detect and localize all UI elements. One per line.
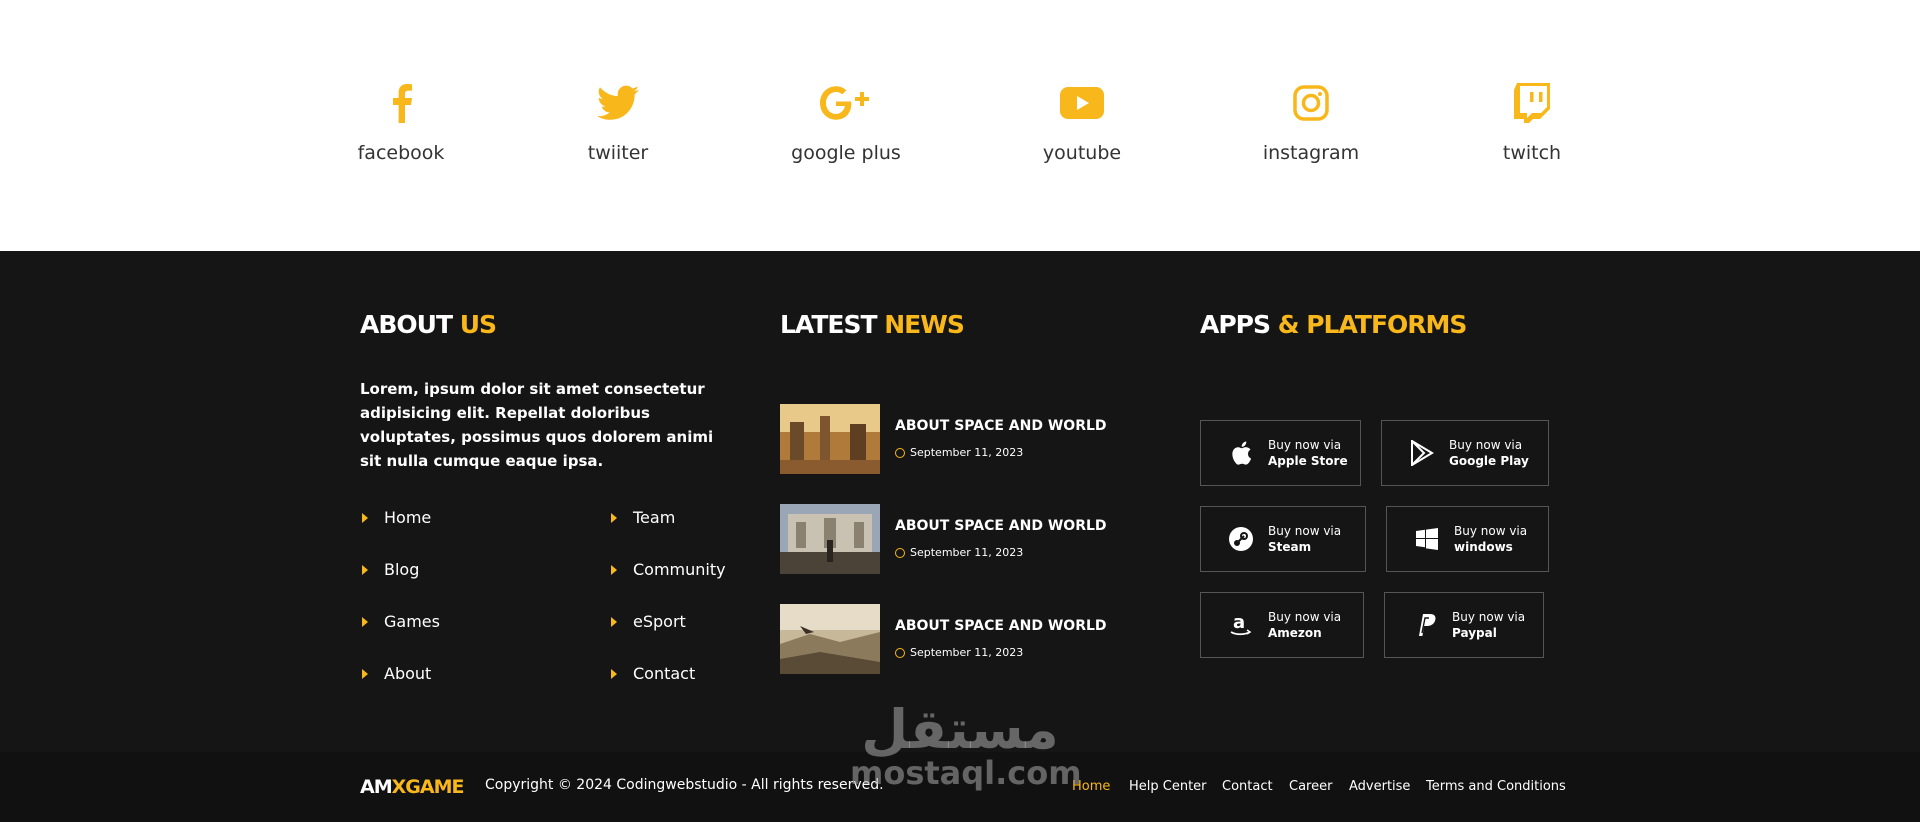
paypal-icon — [1410, 610, 1440, 640]
svg-text:a: a — [1233, 612, 1245, 633]
news-title[interactable]: ABOUT SPACE AND WORLD — [895, 518, 1107, 534]
news-title[interactable]: ABOUT SPACE AND WORLD — [895, 418, 1107, 434]
social-label: facebook — [357, 142, 445, 164]
bottom-link-terms[interactable]: Terms and Conditions — [1426, 779, 1566, 794]
caret-right-icon — [362, 512, 368, 523]
amazon-icon: a — [1226, 610, 1256, 640]
social-links-section: facebook twiiter google plus youtube ins… — [0, 0, 1920, 251]
caret-right-icon — [611, 564, 617, 575]
amazon-button[interactable]: a Buy now via Amezon — [1200, 592, 1364, 658]
about-heading: ABOUT US — [360, 310, 497, 339]
news-item[interactable]: ABOUT SPACE AND WORLD September 11, 2023 — [780, 504, 1120, 574]
social-label: twitch — [1502, 142, 1562, 164]
bottom-link-career[interactable]: Career — [1289, 779, 1332, 794]
caret-right-icon — [362, 668, 368, 679]
footer-link-games[interactable]: Games — [360, 612, 440, 631]
instagram-icon — [1221, 78, 1401, 128]
google-plus-icon — [756, 78, 936, 128]
caret-right-icon — [611, 668, 617, 679]
footer-link-blog[interactable]: Blog — [360, 560, 419, 579]
apple-store-button[interactable]: Buy now via Apple Store — [1200, 420, 1361, 486]
apple-icon — [1226, 438, 1256, 468]
copyright-text: Copyright © 2024 Codingwebstudio - All r… — [485, 777, 884, 793]
news-thumbnail[interactable] — [780, 404, 880, 474]
windows-button[interactable]: Buy now via windows — [1386, 506, 1549, 572]
paypal-button[interactable]: Buy now via Paypal — [1384, 592, 1544, 658]
social-link-youtube[interactable]: youtube — [992, 78, 1172, 164]
footer-link-contact[interactable]: Contact — [609, 664, 695, 683]
site-logo[interactable]: AMXGAME — [360, 776, 464, 798]
news-heading: LATEST NEWS — [780, 310, 965, 339]
clock-icon — [895, 547, 905, 558]
news-date: September 11, 2023 — [895, 546, 1023, 559]
watermark: مستقل mostaql.com — [850, 698, 1082, 793]
footer-link-home[interactable]: Home — [360, 508, 431, 527]
social-link-facebook[interactable]: facebook — [311, 78, 491, 164]
bottom-link-contact[interactable]: Contact — [1222, 779, 1273, 794]
caret-right-icon — [362, 564, 368, 575]
social-link-twitter[interactable]: twiiter — [528, 78, 708, 164]
social-label: instagram — [1262, 142, 1360, 164]
news-date: September 11, 2023 — [895, 646, 1023, 659]
social-label: youtube — [1042, 142, 1122, 164]
news-item[interactable]: ABOUT SPACE AND WORLD September 11, 2023 — [780, 604, 1120, 674]
news-thumbnail[interactable] — [780, 604, 880, 674]
news-title[interactable]: ABOUT SPACE AND WORLD — [895, 618, 1107, 634]
clock-icon — [895, 647, 905, 658]
bottom-link-help-center[interactable]: Help Center — [1129, 779, 1207, 794]
steam-button[interactable]: Buy now via Steam — [1200, 506, 1366, 572]
social-link-instagram[interactable]: instagram — [1221, 78, 1401, 164]
news-thumbnail[interactable] — [780, 504, 880, 574]
news-date: September 11, 2023 — [895, 446, 1023, 459]
news-item[interactable]: ABOUT SPACE AND WORLD September 11, 2023 — [780, 404, 1120, 474]
social-link-google-plus[interactable]: google plus — [756, 78, 936, 164]
google-play-button[interactable]: Buy now via Google Play — [1381, 420, 1549, 486]
social-label: twiiter — [587, 142, 649, 164]
google-play-icon — [1407, 438, 1437, 468]
footer-link-about[interactable]: About — [360, 664, 431, 683]
social-link-twitch[interactable]: twitch — [1442, 78, 1622, 164]
caret-right-icon — [611, 512, 617, 523]
steam-icon — [1226, 524, 1256, 554]
twitter-icon — [528, 78, 708, 128]
footer-link-esport[interactable]: eSport — [609, 612, 686, 631]
footer-link-team[interactable]: Team — [609, 508, 675, 527]
windows-icon — [1412, 524, 1442, 554]
caret-right-icon — [611, 616, 617, 627]
twitch-icon — [1442, 78, 1622, 128]
caret-right-icon — [362, 616, 368, 627]
clock-icon — [895, 447, 905, 458]
footer-link-community[interactable]: Community — [609, 560, 726, 579]
youtube-icon — [992, 78, 1172, 128]
social-label: google plus — [791, 142, 901, 164]
about-text: Lorem, ipsum dolor sit amet consectetur … — [360, 380, 714, 470]
bottom-link-advertise[interactable]: Advertise — [1349, 779, 1410, 794]
apps-heading: APPS & PLATFORMS — [1200, 310, 1467, 339]
facebook-icon — [311, 78, 491, 128]
